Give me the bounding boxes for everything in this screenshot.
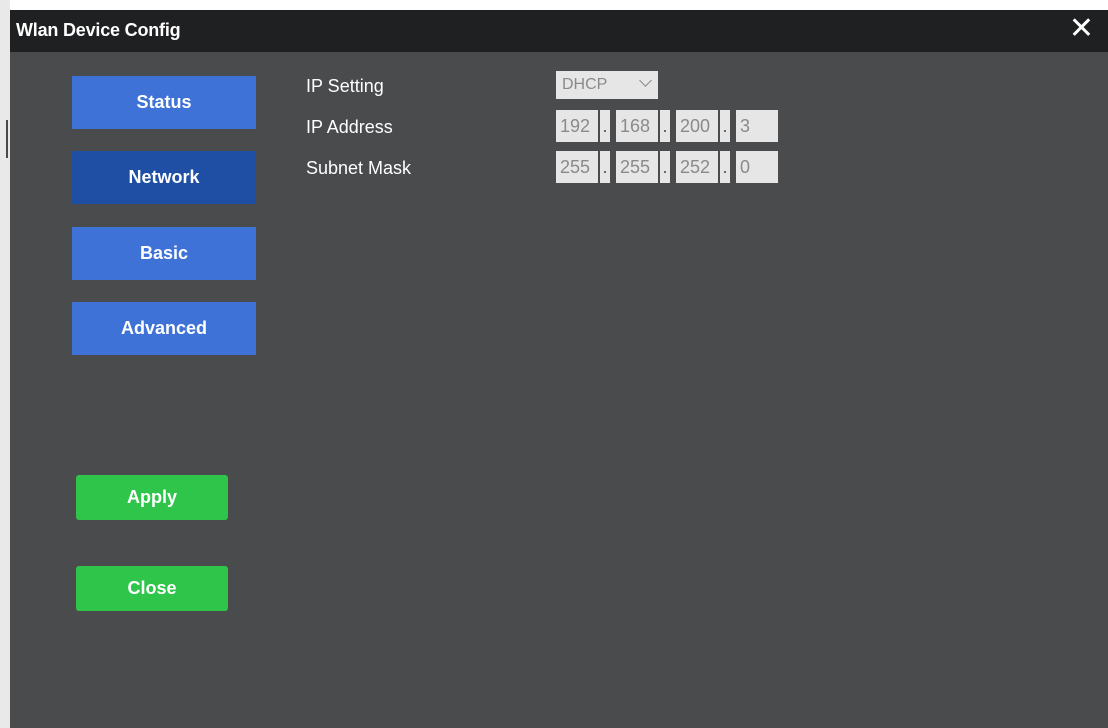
ip-address-dot: .: [600, 110, 610, 142]
title-bar: Wlan Device Config ✕: [10, 10, 1108, 52]
chevron-down-icon: [639, 74, 652, 87]
subnet-mask-dot: .: [720, 151, 730, 183]
ip-address-dot: .: [660, 110, 670, 142]
background-app-edge: [0, 0, 10, 728]
ip-address-label: IP Address: [306, 117, 393, 137]
ip-address-octet-2[interactable]: 168: [616, 110, 658, 142]
subnet-mask-label: Subnet Mask: [306, 158, 412, 178]
ip-address-dot: .: [720, 110, 730, 142]
wlan-config-dialog: Wlan Device Config ✕ Status Network Basi…: [10, 10, 1108, 728]
background-app-strip: [0, 0, 1108, 10]
ip-setting-select[interactable]: DHCP: [556, 71, 658, 99]
ip-address-octet-1[interactable]: 192: [556, 110, 598, 142]
close-button[interactable]: Close: [76, 566, 228, 611]
ip-setting-label: IP Setting: [306, 76, 384, 96]
nav-status-button[interactable]: Status: [72, 76, 256, 129]
subnet-mask-dot: .: [660, 151, 670, 183]
ip-setting-value: DHCP: [562, 76, 608, 93]
subnet-mask-dot: .: [600, 151, 610, 183]
subnet-mask-octet-3[interactable]: 252: [676, 151, 718, 183]
subnet-mask-octet-1[interactable]: 255: [556, 151, 598, 183]
subnet-mask-octet-2[interactable]: 255: [616, 151, 658, 183]
dialog-title: Wlan Device Config: [16, 20, 181, 40]
nav-network-button[interactable]: Network: [72, 151, 256, 204]
ip-address-octet-4[interactable]: 3: [736, 110, 778, 142]
background-mark: [6, 120, 8, 158]
ip-address-octet-3[interactable]: 200: [676, 110, 718, 142]
apply-button[interactable]: Apply: [76, 475, 228, 520]
nav-advanced-button[interactable]: Advanced: [72, 302, 256, 355]
nav-basic-button[interactable]: Basic: [72, 227, 256, 280]
close-icon[interactable]: ✕: [1069, 12, 1094, 46]
subnet-mask-octet-4[interactable]: 0: [736, 151, 778, 183]
